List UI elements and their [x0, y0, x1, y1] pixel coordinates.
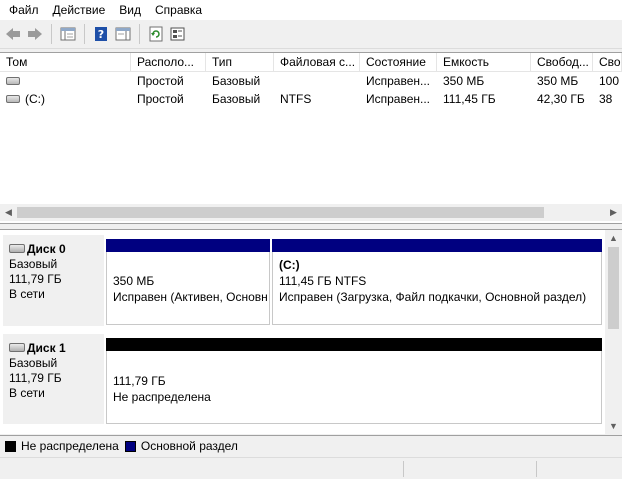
volume-layout: Простой: [137, 74, 184, 88]
column-header-capacity[interactable]: Емкость: [437, 53, 531, 72]
toolbar: ?: [0, 20, 622, 49]
partition-state: Исправен (Активен, Основной раздел): [113, 290, 267, 304]
legend-label: Не распределена: [21, 439, 119, 453]
partition-unallocated[interactable]: 111,79 ГБ Не распределена: [106, 338, 602, 424]
disk-status: В сети: [9, 287, 45, 301]
menu-bar: Файл Действие Вид Справка: [0, 0, 622, 20]
svg-text:?: ?: [98, 28, 104, 41]
toolbar-separator: [84, 24, 85, 44]
volume-percent-free: 100: [599, 74, 620, 88]
partition-title: (C:): [279, 258, 300, 272]
volume-type: Базовый: [212, 92, 261, 106]
disk-name: Диск 0: [27, 242, 66, 256]
toolbar-separator: [139, 24, 140, 44]
menu-action[interactable]: Действие: [46, 0, 113, 20]
partition-system-reserved[interactable]: 350 МБ Исправен (Активен, Основной разде…: [106, 239, 270, 325]
menu-help[interactable]: Справка: [148, 0, 209, 20]
refresh-icon[interactable]: [146, 24, 166, 44]
partition-size: 350 МБ: [113, 274, 155, 288]
scroll-right-arrow-icon[interactable]: ▶: [605, 204, 622, 221]
column-header-percent-free[interactable]: Сво: [593, 53, 622, 72]
disk-drive-icon: [9, 343, 25, 353]
action-pane-icon[interactable]: [113, 24, 133, 44]
unallocated-swatch: [5, 440, 16, 452]
vertical-scrollbar[interactable]: ▲ ▼: [605, 230, 622, 435]
primary-partition-bar: [106, 239, 270, 252]
column-header-free-space[interactable]: Свобод...: [531, 53, 593, 72]
scroll-down-arrow-icon[interactable]: ▼: [605, 418, 622, 435]
horizontal-scroll-thumb[interactable]: [17, 207, 544, 218]
legend-item: Не распределена: [5, 439, 119, 453]
table-row[interactable]: Простой Базовый Исправен... 350 МБ 350 М…: [0, 72, 622, 90]
scroll-left-arrow-icon[interactable]: ◀: [0, 204, 17, 221]
volume-free-space: 42,30 ГБ: [537, 92, 585, 106]
volume-type: Базовый: [212, 74, 261, 88]
vertical-scroll-thumb[interactable]: [608, 247, 619, 329]
partition-state: Не распределена: [113, 390, 211, 404]
menu-file[interactable]: Файл: [2, 0, 46, 20]
scroll-up-arrow-icon[interactable]: ▲: [605, 230, 622, 247]
legend-item: Основной раздел: [124, 439, 238, 453]
partition-state: Исправен (Загрузка, Файл подкачки, Основ…: [279, 290, 587, 304]
status-bar-divider: [403, 461, 404, 477]
disk-type: Базовый: [9, 356, 58, 370]
status-bar-divider: [536, 461, 537, 477]
show-hide-tree-icon[interactable]: [58, 24, 78, 44]
disk-size: 111,79 ГБ: [9, 371, 62, 385]
volume-layout: Простой: [137, 92, 184, 106]
horizontal-scrollbar[interactable]: ◀ ▶: [0, 204, 622, 221]
volume-capacity: 111,45 ГБ: [443, 92, 496, 106]
back-arrow-icon[interactable]: [3, 24, 23, 44]
table-row[interactable]: (C:) Простой Базовый NTFS Исправен... 11…: [0, 90, 622, 108]
partition-c[interactable]: (C:) 111,45 ГБ NTFS Исправен (Загрузка, …: [272, 239, 602, 325]
forward-arrow-icon[interactable]: [25, 24, 45, 44]
volume-percent-free: 38: [599, 92, 613, 106]
volume-filesystem: NTFS: [280, 92, 312, 106]
partition-size: 111,45 ГБ NTFS: [279, 274, 367, 288]
volume-name: (C:): [25, 92, 45, 106]
disk-status: В сети: [9, 386, 45, 400]
disk-type: Базовый: [9, 257, 58, 271]
legend-label: Основной раздел: [140, 439, 238, 453]
menu-view[interactable]: Вид: [112, 0, 148, 20]
unallocated-bar: [106, 338, 602, 351]
volume-capacity: 350 МБ: [443, 74, 485, 88]
column-header-filesystem[interactable]: Файловая с...: [274, 53, 360, 72]
volume-status: Исправен...: [366, 92, 431, 106]
disk-size: 111,79 ГБ: [9, 272, 62, 286]
volume-drive-icon: [6, 76, 20, 85]
toolbar-separator: [51, 24, 52, 44]
disk-graphical-view: Диск 0 Базовый 111,79 ГБ В сети 350 МБ И…: [0, 229, 622, 435]
primary-partition-bar: [272, 239, 602, 252]
volume-filesystem: [274, 72, 360, 90]
properties-icon[interactable]: [168, 24, 188, 44]
partition-size: 111,79 ГБ: [113, 374, 166, 388]
disk-1-label[interactable]: Диск 1 Базовый 111,79 ГБ В сети: [3, 334, 104, 424]
volume-list: Том Располо... Тип Файловая с... Состоян…: [0, 52, 622, 224]
volume-free-space: 350 МБ: [537, 74, 579, 88]
volume-list-header: Том Располо... Тип Файловая с... Состоян…: [0, 53, 622, 72]
help-icon[interactable]: ?: [91, 24, 111, 44]
volume-drive-icon: [6, 94, 20, 103]
column-header-volume[interactable]: Том: [0, 53, 131, 72]
column-header-type[interactable]: Тип: [206, 53, 274, 72]
legend: Не распределена Основной раздел: [0, 435, 622, 456]
column-header-status[interactable]: Состояние: [360, 53, 437, 72]
disk-drive-icon: [9, 244, 25, 254]
column-header-layout[interactable]: Располо...: [131, 53, 206, 72]
volume-status: Исправен...: [366, 74, 431, 88]
status-bar: [0, 457, 622, 479]
disk-name: Диск 1: [27, 341, 66, 355]
disk-0-label[interactable]: Диск 0 Базовый 111,79 ГБ В сети: [3, 235, 104, 326]
primary-partition-swatch: [124, 440, 136, 452]
